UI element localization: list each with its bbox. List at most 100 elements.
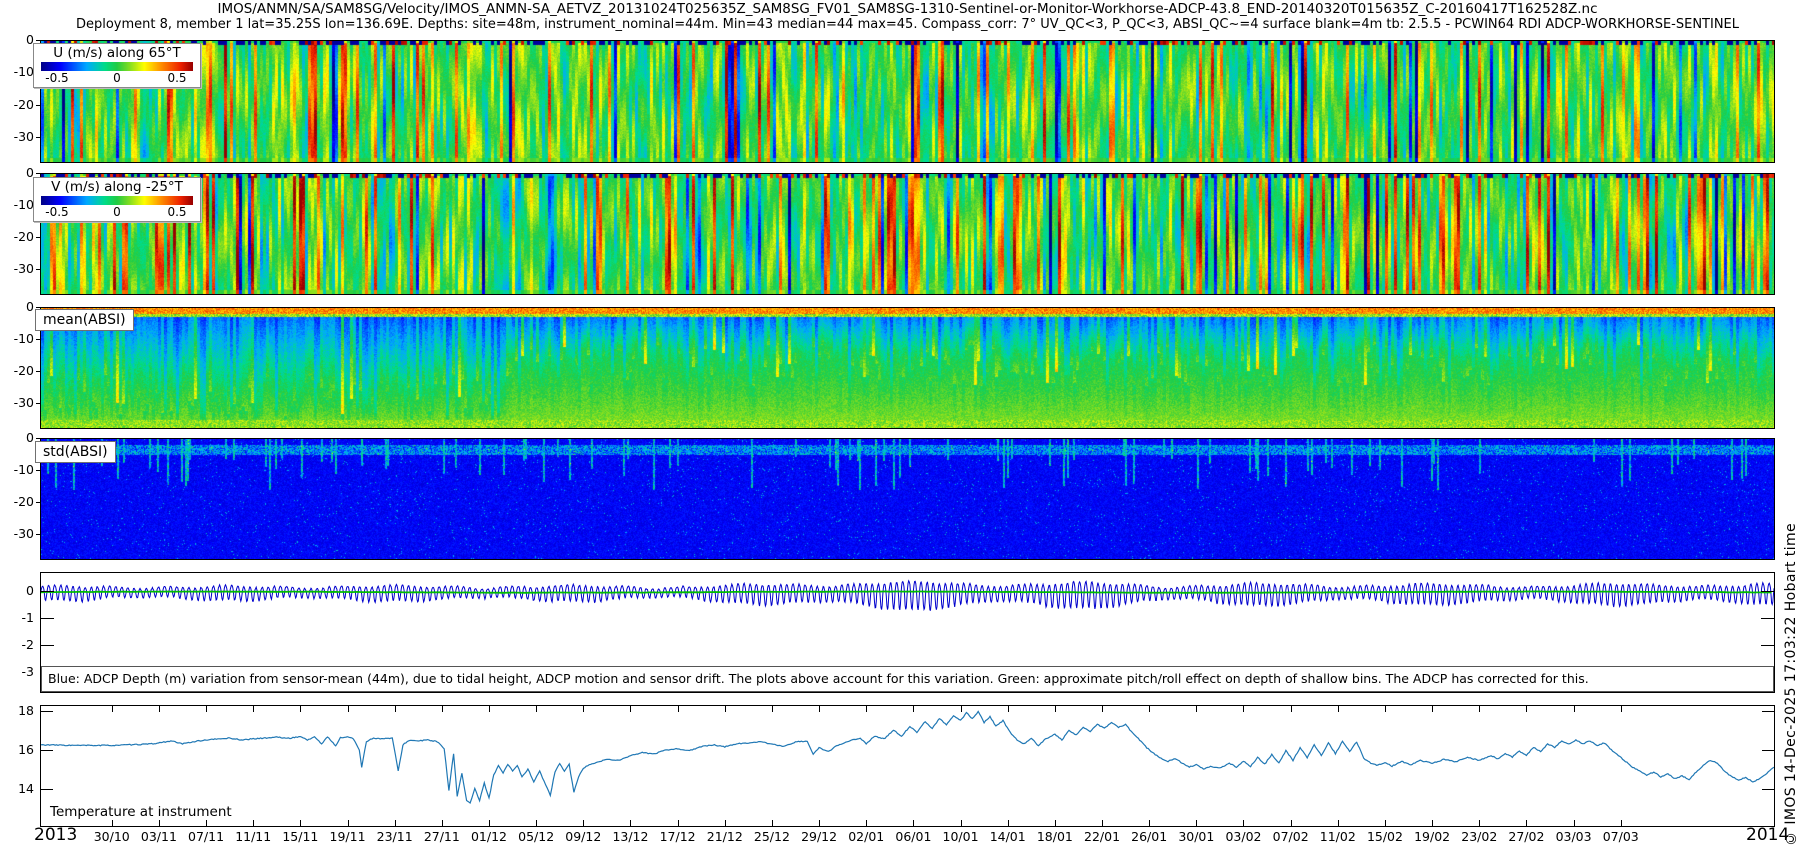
temp-tick-mark-right	[1762, 711, 1774, 712]
x-tick-mark-bottom	[253, 820, 254, 826]
x-tick-mark-top	[1385, 706, 1386, 712]
x-tick-label: 19/11	[325, 829, 371, 844]
x-tick-label: 26/01	[1126, 829, 1172, 844]
x-tick-mark-bottom	[1196, 820, 1197, 826]
x-tick-mark-bottom	[300, 820, 301, 826]
x-tick-mark-bottom	[1621, 820, 1622, 826]
x-tick-mark-bottom	[866, 820, 867, 826]
u-velocity-heatmap	[41, 41, 1774, 162]
x-tick-mark-bottom	[819, 820, 820, 826]
x-tick-mark-bottom	[772, 820, 773, 826]
x-tick-mark-top	[159, 706, 160, 712]
x-tick-mark-bottom	[1102, 820, 1103, 826]
x-tick-mark-top	[348, 706, 349, 712]
x-tick-mark-bottom	[1385, 820, 1386, 826]
x-tick-label: 23/02	[1456, 829, 1502, 844]
adcp-deployment-plot: IMOS/ANMN/SA/SAM8SG/Velocity/IMOS_ANMN-S…	[0, 0, 1800, 850]
u-velocity-panel	[40, 40, 1775, 163]
depth-var-tick-label: 0	[4, 584, 34, 598]
x-tick-label: 07/03	[1598, 829, 1644, 844]
v-legend-title: V (m/s) along -25°T	[38, 179, 196, 195]
x-tick-mark-bottom	[1526, 820, 1527, 826]
x-tick-mark-top	[678, 706, 679, 712]
u-colorbar-ticks: -0.5 0 0.5	[38, 71, 196, 85]
v-colorbar-tick-max: 0.5	[167, 205, 186, 219]
depth-tick-label: 0	[4, 166, 34, 180]
depth-tick-label: -10	[4, 463, 34, 477]
x-tick-label: 19/02	[1409, 829, 1455, 844]
x-tick-mark-bottom	[489, 820, 490, 826]
x-tick-label: 11/02	[1315, 829, 1361, 844]
x-tick-mark-top	[1149, 706, 1150, 712]
x-tick-label: 13/12	[607, 829, 653, 844]
x-tick-mark-top	[772, 706, 773, 712]
x-tick-label: 06/01	[890, 829, 936, 844]
x-tick-mark-bottom	[1008, 820, 1009, 826]
depth-tick-label: -10	[4, 65, 34, 79]
depth-tick-mark	[36, 403, 40, 404]
depth-tick-mark	[36, 470, 40, 471]
x-tick-mark-bottom	[961, 820, 962, 826]
depth-tick-label: -20	[4, 364, 34, 378]
x-tick-mark-top	[725, 706, 726, 712]
v-colorbar-ticks: -0.5 0 0.5	[38, 205, 196, 219]
x-tick-mark-top	[819, 706, 820, 712]
x-tick-mark-top	[1291, 706, 1292, 712]
x-tick-mark-top	[630, 706, 631, 712]
x-axis-start-year: 2013	[34, 825, 77, 845]
x-tick-mark-bottom	[536, 820, 537, 826]
x-tick-mark-top	[913, 706, 914, 712]
depth-tick-mark	[36, 40, 40, 41]
temp-tick-label: 14	[4, 782, 34, 796]
x-tick-mark-top	[1338, 706, 1339, 712]
x-tick-mark-bottom	[1243, 820, 1244, 826]
depth-tick-mark	[36, 307, 40, 308]
u-legend-title: U (m/s) along 65°T	[38, 45, 196, 61]
x-tick-label: 30/01	[1173, 829, 1219, 844]
u-colorbar-tick-max: 0.5	[167, 71, 186, 85]
temp-tick-label: 18	[4, 704, 34, 718]
depth-var-tick-mark	[41, 645, 54, 646]
std-absi-heatmap	[41, 439, 1774, 559]
x-tick-label: 30/10	[89, 829, 135, 844]
x-tick-mark-top	[489, 706, 490, 712]
x-tick-label: 15/11	[277, 829, 323, 844]
depth-tick-mark	[36, 502, 40, 503]
depth-var-tick-mark	[41, 618, 54, 619]
x-tick-mark-bottom	[725, 820, 726, 826]
v-velocity-panel	[40, 173, 1775, 295]
x-tick-label: 07/02	[1268, 829, 1314, 844]
u-colorbar-legend: U (m/s) along 65°T -0.5 0 0.5	[33, 43, 201, 88]
x-tick-label: 18/01	[1032, 829, 1078, 844]
mean-absi-heatmap	[41, 308, 1774, 428]
x-tick-mark-top	[1479, 706, 1480, 712]
std-absi-panel	[40, 438, 1775, 560]
x-tick-mark-top	[112, 706, 113, 712]
x-tick-mark-bottom	[1338, 820, 1339, 826]
depth-tick-mark	[36, 237, 40, 238]
x-tick-mark-top	[442, 706, 443, 712]
x-tick-mark-top	[1243, 706, 1244, 712]
x-tick-label: 09/12	[560, 829, 606, 844]
v-colorbar-tick-zero: 0	[113, 205, 121, 219]
x-tick-label: 07/11	[183, 829, 229, 844]
x-tick-mark-bottom	[395, 820, 396, 826]
x-tick-mark-top	[1102, 706, 1103, 712]
temp-tick-mark	[41, 711, 53, 712]
x-tick-mark-top	[253, 706, 254, 712]
x-tick-mark-bottom	[159, 820, 160, 826]
x-tick-label: 17/12	[655, 829, 701, 844]
x-tick-label: 03/02	[1220, 829, 1266, 844]
x-tick-mark-bottom	[1479, 820, 1480, 826]
x-tick-mark-bottom	[630, 820, 631, 826]
depth-var-tick-label: -1	[4, 611, 34, 625]
x-tick-mark-top	[536, 706, 537, 712]
x-tick-label: 02/01	[843, 829, 889, 844]
x-tick-mark-top	[1574, 706, 1575, 712]
x-tick-mark-bottom	[1055, 820, 1056, 826]
x-tick-mark-bottom	[913, 820, 914, 826]
depth-tick-label: -30	[4, 262, 34, 276]
x-tick-mark-bottom	[112, 820, 113, 826]
v-colorbar-tick-min: -0.5	[45, 205, 68, 219]
x-tick-mark-bottom	[348, 820, 349, 826]
